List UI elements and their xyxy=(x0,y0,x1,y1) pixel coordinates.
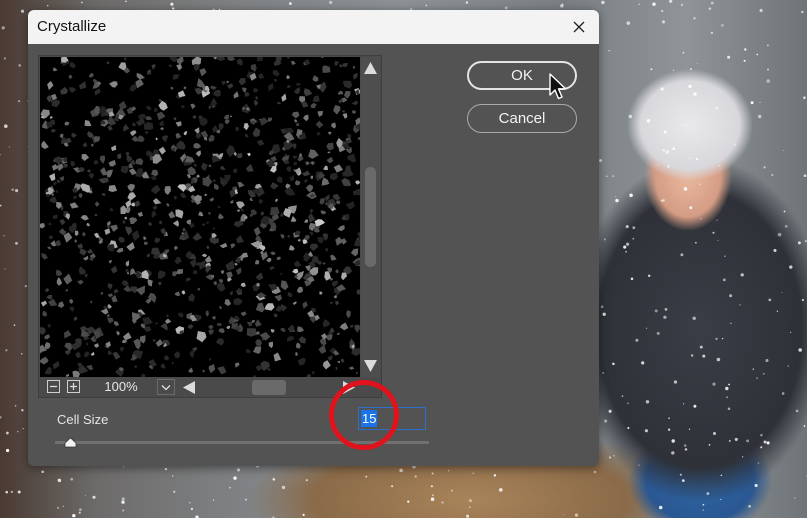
cancel-button[interactable]: Cancel xyxy=(467,104,577,133)
vertical-scrollbar[interactable] xyxy=(361,57,380,377)
preview-panel: 100% xyxy=(38,55,382,398)
highlight-circle xyxy=(329,380,399,450)
close-icon xyxy=(573,21,585,33)
arrow-cursor-icon xyxy=(549,73,567,100)
vertical-scroll-thumb[interactable] xyxy=(365,167,376,267)
zoom-in-button[interactable] xyxy=(67,380,80,393)
slider-thumb-icon[interactable] xyxy=(64,437,77,448)
zoom-out-button[interactable] xyxy=(47,380,60,393)
crystallize-dialog: Crystallize 100% OK Cancel Cell Size 15 xyxy=(28,10,599,466)
horizontal-scroll-thumb[interactable] xyxy=(252,380,286,395)
preview-toolbar: 100% xyxy=(40,378,380,396)
triangle-down-icon[interactable] xyxy=(363,359,378,373)
zoom-dropdown-button[interactable] xyxy=(157,379,175,395)
cell-size-label: Cell Size xyxy=(57,412,109,427)
dialog-title: Crystallize xyxy=(37,18,107,35)
triangle-left-icon[interactable] xyxy=(182,380,196,395)
plus-icon xyxy=(70,383,77,390)
title-bar: Crystallize xyxy=(28,10,599,44)
triangle-up-icon[interactable] xyxy=(363,61,378,75)
preview-image[interactable] xyxy=(40,57,360,377)
minus-icon xyxy=(50,385,57,388)
zoom-level: 100% xyxy=(88,379,154,395)
close-button[interactable] xyxy=(565,14,593,40)
chevron-down-icon xyxy=(161,384,171,390)
